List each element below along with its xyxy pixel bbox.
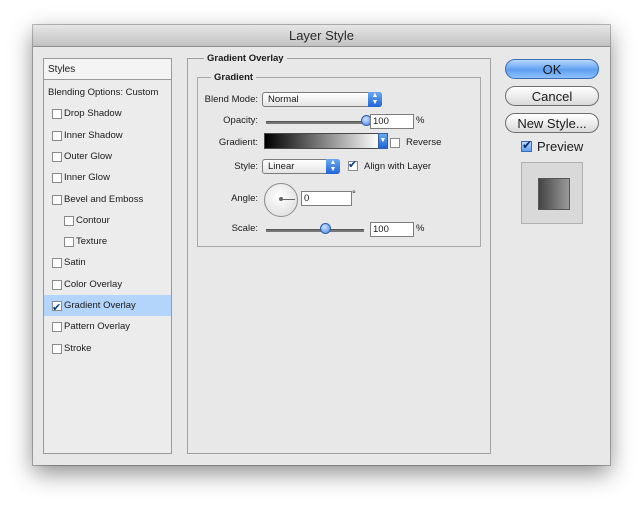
sidebar-item-label: Color Overlay bbox=[64, 278, 123, 290]
sidebar-item-texture[interactable]: Texture bbox=[44, 231, 171, 252]
style-label: Style: bbox=[234, 161, 258, 172]
sidebar-item-gradient-overlay[interactable]: Gradient Overlay bbox=[44, 295, 171, 319]
sidebar-item-checkbox[interactable] bbox=[52, 173, 62, 184]
sidebar-item-label: Bevel and Emboss bbox=[64, 193, 144, 205]
sidebar-item-label: Stroke bbox=[64, 342, 92, 354]
styles-list-header[interactable]: Styles bbox=[44, 59, 171, 80]
sidebar-item-label: Outer Glow bbox=[64, 150, 113, 162]
gradient-picker[interactable] bbox=[264, 133, 380, 149]
panel-title: Gradient Overlay bbox=[204, 53, 287, 64]
angle-unit: ° bbox=[352, 189, 356, 200]
ok-button[interactable]: OK bbox=[505, 59, 599, 79]
opacity-unit: % bbox=[416, 115, 425, 126]
sidebar-item-pattern-overlay[interactable]: Pattern Overlay bbox=[44, 316, 171, 337]
sidebar-item-bevel-and-emboss[interactable]: Bevel and Emboss bbox=[44, 189, 171, 210]
gradient-group: Gradient Blend Mode: Normal ▲ ▼ Opacity: … bbox=[197, 72, 481, 247]
sidebar-item-checkbox[interactable] bbox=[52, 343, 62, 354]
new-style-button[interactable]: New Style... bbox=[505, 113, 599, 133]
sidebar-item-outer-glow[interactable]: Outer Glow bbox=[44, 146, 171, 167]
updown-arrows-icon: ▲ ▼ bbox=[368, 92, 382, 107]
style-value: Linear bbox=[268, 161, 295, 172]
sidebar-item-checkbox[interactable] bbox=[52, 298, 62, 319]
sidebar-item-label: Inner Shadow bbox=[64, 129, 123, 141]
style-preview bbox=[521, 162, 583, 224]
sidebar-item-checkbox[interactable] bbox=[52, 279, 62, 290]
sidebar-item-checkbox[interactable] bbox=[52, 322, 62, 333]
sidebar-item-checkbox[interactable] bbox=[52, 130, 62, 141]
sidebar-item-checkbox[interactable] bbox=[52, 194, 62, 205]
preview-label: Preview bbox=[537, 139, 584, 154]
sidebar-item-checkbox[interactable] bbox=[52, 109, 62, 120]
sidebar-item-color-overlay[interactable]: Color Overlay bbox=[44, 274, 171, 295]
sidebar-item-stroke[interactable]: Stroke bbox=[44, 338, 171, 359]
sidebar-item-label: Satin bbox=[64, 257, 86, 269]
blend-mode-label: Blend Mode: bbox=[204, 94, 258, 105]
sidebar-item-satin[interactable]: Satin bbox=[44, 252, 171, 273]
sidebar-item-label: Blending Options: Custom bbox=[48, 87, 159, 98]
sidebar-item-drop-shadow[interactable]: Drop Shadow bbox=[44, 103, 171, 124]
sidebar-item-blending-options-custom[interactable]: Blending Options: Custom bbox=[44, 82, 171, 103]
group-title: Gradient bbox=[211, 72, 257, 83]
preview-swatch bbox=[538, 178, 570, 210]
preview-checkbox[interactable] bbox=[521, 138, 532, 152]
sidebar-item-inner-shadow[interactable]: Inner Shadow bbox=[44, 125, 171, 146]
sidebar-item-label: Inner Glow bbox=[64, 172, 110, 184]
layer-style-dialog: Layer Style Styles Blending Options: Cus… bbox=[33, 25, 610, 465]
gradient-label: Gradient: bbox=[218, 137, 258, 148]
reverse-label: Reverse bbox=[406, 137, 442, 148]
scale-slider-thumb[interactable] bbox=[319, 223, 331, 234]
sidebar-item-label: Contour bbox=[76, 214, 110, 226]
opacity-field[interactable]: 100 bbox=[370, 114, 414, 129]
scale-field[interactable]: 100 bbox=[370, 222, 414, 237]
gradient-dropdown-arrow-icon[interactable]: ▼ bbox=[378, 133, 388, 149]
sidebar-item-label: Pattern Overlay bbox=[64, 321, 130, 333]
scale-unit: % bbox=[416, 223, 425, 234]
sidebar-item-label: Texture bbox=[76, 236, 108, 248]
window-title: Layer Style bbox=[33, 25, 610, 47]
sidebar-item-label: Gradient Overlay bbox=[64, 300, 136, 311]
style-select[interactable]: Linear ▲ ▼ bbox=[262, 159, 340, 174]
sidebar-item-label: Drop Shadow bbox=[64, 108, 122, 120]
gradient-overlay-panel: Gradient Overlay Gradient Blend Mode: No… bbox=[187, 53, 491, 454]
blend-mode-value: Normal bbox=[268, 94, 299, 105]
opacity-slider[interactable] bbox=[266, 121, 366, 124]
scale-label: Scale: bbox=[231, 223, 258, 234]
angle-center-dot bbox=[279, 197, 283, 201]
angle-needle bbox=[281, 199, 295, 200]
sidebar-item-contour[interactable]: Contour bbox=[44, 210, 171, 231]
angle-field[interactable]: 0 bbox=[301, 191, 352, 206]
sidebar-item-checkbox[interactable] bbox=[64, 237, 74, 248]
updown-arrows-icon: ▲ ▼ bbox=[326, 159, 340, 174]
styles-list: Styles Blending Options: Custom Drop Shad… bbox=[43, 58, 172, 454]
sidebar-item-inner-glow[interactable]: Inner Glow bbox=[44, 167, 171, 188]
blend-mode-select[interactable]: Normal ▲ ▼ bbox=[262, 92, 382, 107]
align-with-layer-label: Align with Layer bbox=[364, 161, 432, 172]
align-with-layer-checkbox[interactable] bbox=[348, 158, 358, 171]
scale-slider[interactable] bbox=[266, 229, 364, 232]
sidebar-item-checkbox[interactable] bbox=[52, 258, 62, 269]
cancel-button[interactable]: Cancel bbox=[505, 86, 599, 106]
reverse-checkbox[interactable] bbox=[390, 138, 400, 148]
angle-dial[interactable] bbox=[264, 183, 298, 217]
opacity-label: Opacity: bbox=[223, 115, 258, 126]
angle-label: Angle: bbox=[231, 193, 258, 204]
sidebar-item-checkbox[interactable] bbox=[52, 151, 62, 162]
sidebar-item-checkbox[interactable] bbox=[64, 215, 74, 226]
